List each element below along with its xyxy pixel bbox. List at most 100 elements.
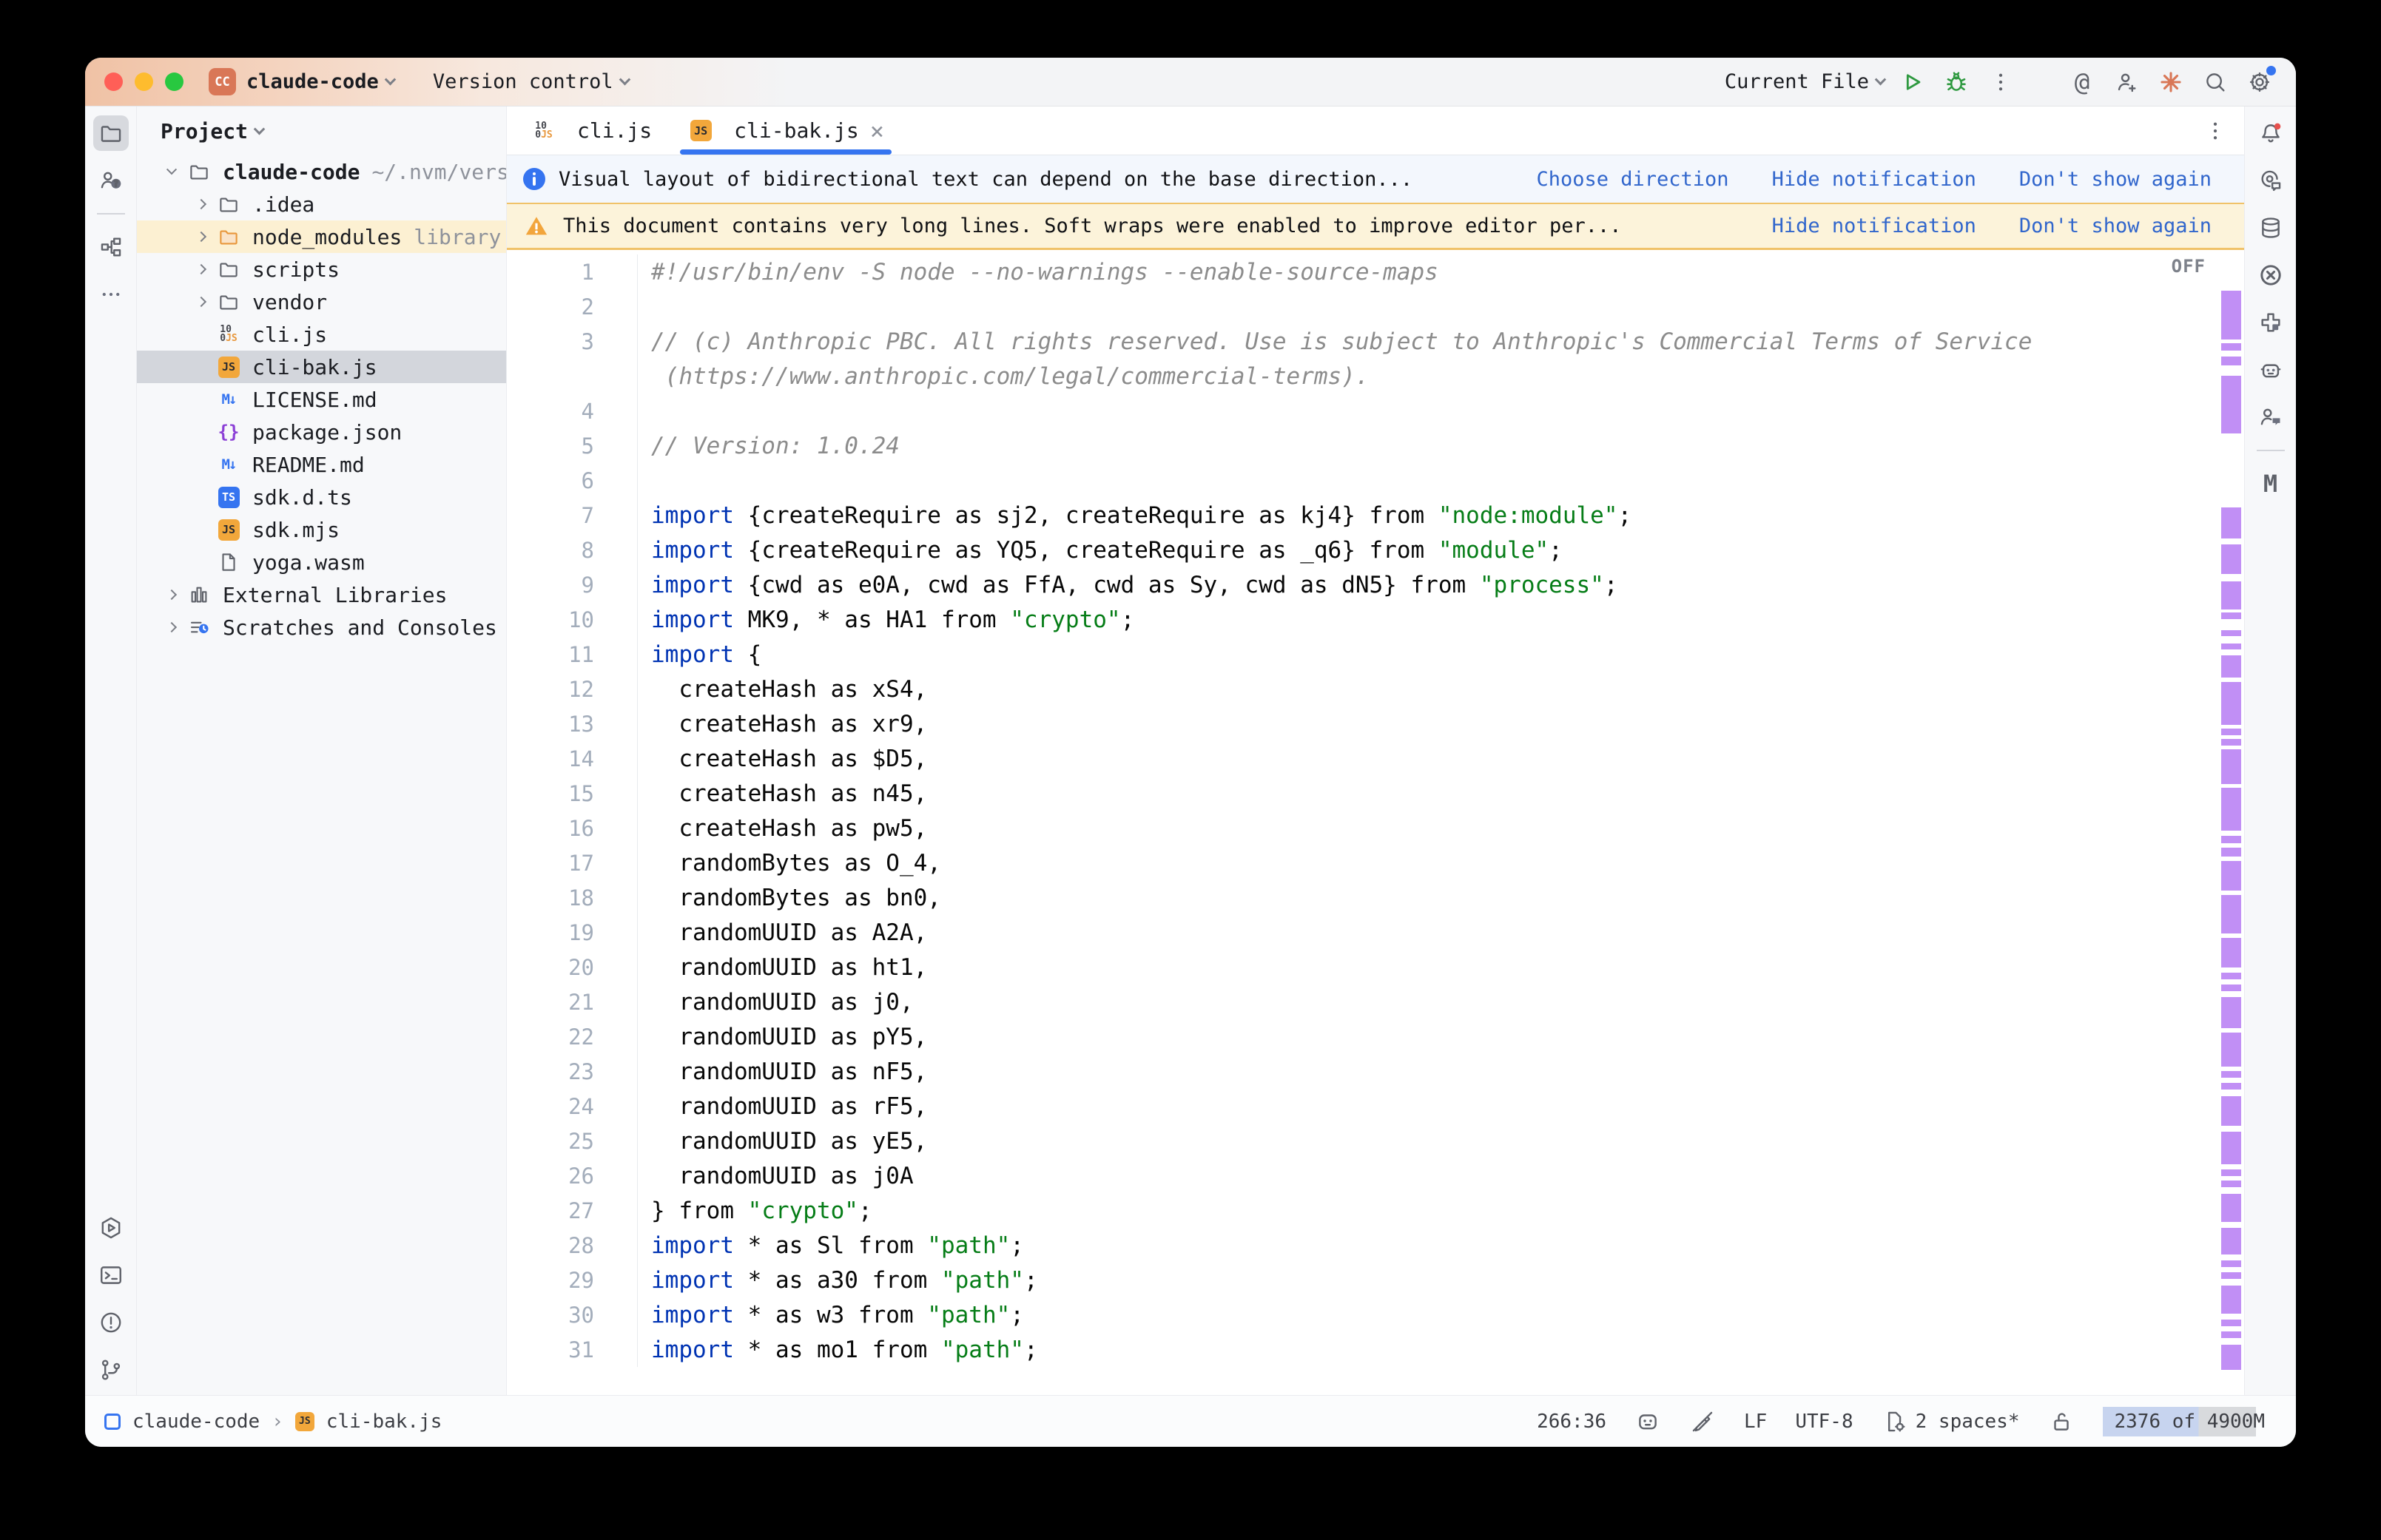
robot-icon[interactable]: [2253, 352, 2289, 388]
tree-item-cli-bak.js[interactable]: JScli-bak.js: [137, 351, 506, 383]
chevron-right-icon[interactable]: [166, 590, 177, 600]
tree-item-scripts[interactable]: scripts: [137, 253, 506, 286]
line-number[interactable]: 12: [507, 672, 638, 706]
chevron-right-icon[interactable]: [196, 199, 206, 209]
minimize-window-button[interactable]: [135, 72, 153, 91]
breadcrumb-project[interactable]: claude-code: [132, 1411, 260, 1433]
code-viewport[interactable]: OFF 1#!/usr/bin/env -S node --no-warning…: [507, 250, 2244, 1395]
tab-cli-bak-js[interactable]: JS cli-bak.js ×: [670, 107, 902, 155]
tree-item-External Libraries[interactable]: External Libraries: [137, 578, 506, 611]
unlock-icon[interactable]: [2048, 1408, 2075, 1435]
line-number[interactable]: 6: [507, 463, 638, 498]
settings-gear-icon[interactable]: [2243, 65, 2277, 99]
line-number[interactable]: 10: [507, 602, 638, 637]
tree-item-sdk.mjs[interactable]: JSsdk.mjs: [137, 513, 506, 546]
tab-options-kebab-icon[interactable]: [2198, 114, 2232, 148]
encoding-widget[interactable]: UTF-8: [1795, 1411, 1853, 1433]
breadcrumb-file[interactable]: cli-bak.js: [326, 1411, 442, 1433]
line-number[interactable]: 5: [507, 428, 638, 463]
people-chat-icon[interactable]: [2253, 399, 2289, 435]
highlighting-level-icon[interactable]: [1689, 1408, 1716, 1435]
line-number[interactable]: 24: [507, 1089, 638, 1124]
line-number[interactable]: 21: [507, 985, 638, 1019]
line-number[interactable]: 16: [507, 811, 638, 845]
more-actions-kebab-icon[interactable]: [1984, 65, 2018, 99]
chevron-right-icon[interactable]: [196, 264, 206, 274]
line-number[interactable]: 4: [507, 394, 638, 428]
notifications-bell-icon[interactable]: [2253, 115, 2289, 151]
git-branch-icon[interactable]: [93, 1352, 129, 1388]
caret-position-widget[interactable]: 266:36: [1537, 1411, 1606, 1433]
circled-x-icon[interactable]: [2253, 257, 2289, 293]
invite-user-plus-icon[interactable]: [2109, 65, 2143, 99]
line-number[interactable]: 15: [507, 776, 638, 811]
line-separator-widget[interactable]: LF: [1744, 1411, 1767, 1433]
close-window-button[interactable]: [104, 72, 123, 91]
project-panel-header[interactable]: Project: [137, 107, 506, 155]
more-icon[interactable]: [93, 277, 129, 312]
tree-item-LICENSE.md[interactable]: M↓LICENSE.md: [137, 383, 506, 416]
line-number[interactable]: 19: [507, 915, 638, 950]
tree-item-claude-code[interactable]: claude-code~/.nvm/vers: [137, 155, 506, 188]
line-number[interactable]: 22: [507, 1019, 638, 1054]
line-number[interactable]: 7: [507, 498, 638, 533]
people-help-icon[interactable]: ?: [93, 163, 129, 198]
line-number[interactable]: 1: [507, 254, 638, 289]
ai-chat-icon[interactable]: [2253, 163, 2289, 198]
chevron-right-icon[interactable]: [166, 622, 177, 632]
line-number[interactable]: 20: [507, 950, 638, 985]
hide-notification-link[interactable]: Hide notification: [1772, 215, 1976, 237]
tree-item-vendor[interactable]: vendor: [137, 286, 506, 318]
choose-direction-link[interactable]: Choose direction: [1536, 168, 1728, 191]
database-icon[interactable]: [2253, 210, 2289, 246]
line-number[interactable]: 9: [507, 567, 638, 602]
line-number[interactable]: 8: [507, 533, 638, 567]
indent-widget[interactable]: 2 spaces*: [1916, 1411, 2020, 1433]
line-number[interactable]: 28: [507, 1228, 638, 1263]
highlighting-off-label[interactable]: OFF: [2172, 256, 2206, 277]
line-number[interactable]: 3: [507, 324, 638, 359]
structure-icon[interactable]: [93, 229, 129, 265]
line-number[interactable]: 17: [507, 845, 638, 880]
run-configuration-selector[interactable]: Current File: [1725, 70, 1885, 93]
problems-icon[interactable]: [93, 1305, 129, 1340]
memory-indicator[interactable]: 2376 of 4900M: [2103, 1407, 2277, 1436]
ai-burst-icon[interactable]: [2154, 65, 2188, 99]
line-number[interactable]: [507, 359, 638, 394]
dont-show-again-link[interactable]: Don't show again: [2019, 168, 2212, 191]
puzzle-icon[interactable]: [2253, 305, 2289, 340]
line-number[interactable]: 27: [507, 1193, 638, 1228]
line-number[interactable]: 29: [507, 1263, 638, 1297]
line-number[interactable]: 11: [507, 637, 638, 672]
tree-item-.idea[interactable]: .idea: [137, 188, 506, 220]
line-number[interactable]: 18: [507, 880, 638, 915]
maven-icon[interactable]: M: [2253, 466, 2289, 501]
run-icon[interactable]: [93, 1210, 129, 1246]
line-number[interactable]: 23: [507, 1054, 638, 1089]
tree-item-sdk.d.ts[interactable]: TSsdk.d.ts: [137, 481, 506, 513]
run-button[interactable]: [1895, 65, 1929, 99]
tree-item-package.json[interactable]: {}package.json: [137, 416, 506, 448]
line-number[interactable]: 25: [507, 1124, 638, 1158]
line-number[interactable]: 13: [507, 706, 638, 741]
hide-notification-link[interactable]: Hide notification: [1772, 168, 1976, 191]
line-number[interactable]: 14: [507, 741, 638, 776]
line-number[interactable]: 31: [507, 1332, 638, 1367]
debug-button[interactable]: [1939, 65, 1973, 99]
project-folder-icon[interactable]: [93, 115, 129, 151]
maximize-window-button[interactable]: [165, 72, 183, 91]
tab-cli-js[interactable]: 100JS cli.js: [513, 107, 670, 155]
vcs-menu[interactable]: Version control: [433, 70, 629, 93]
tree-item-README.md[interactable]: M↓README.md: [137, 448, 506, 481]
close-tab-icon[interactable]: ×: [870, 117, 884, 145]
tree-item-node_modules[interactable]: node_moduleslibrary: [137, 220, 506, 253]
code-with-me-at-icon[interactable]: @: [2065, 65, 2099, 99]
tree-item-cli.js[interactable]: 100JScli.js: [137, 318, 506, 351]
dont-show-again-link[interactable]: Don't show again: [2019, 215, 2212, 237]
chevron-right-icon[interactable]: [196, 297, 206, 307]
tree-item-Scratches and Consoles[interactable]: Scratches and Consoles: [137, 611, 506, 644]
chevron-down-icon[interactable]: [166, 164, 177, 175]
line-number[interactable]: 2: [507, 289, 638, 324]
chevron-right-icon[interactable]: [196, 232, 206, 242]
inspections-widget-icon[interactable]: [1634, 1408, 1661, 1435]
